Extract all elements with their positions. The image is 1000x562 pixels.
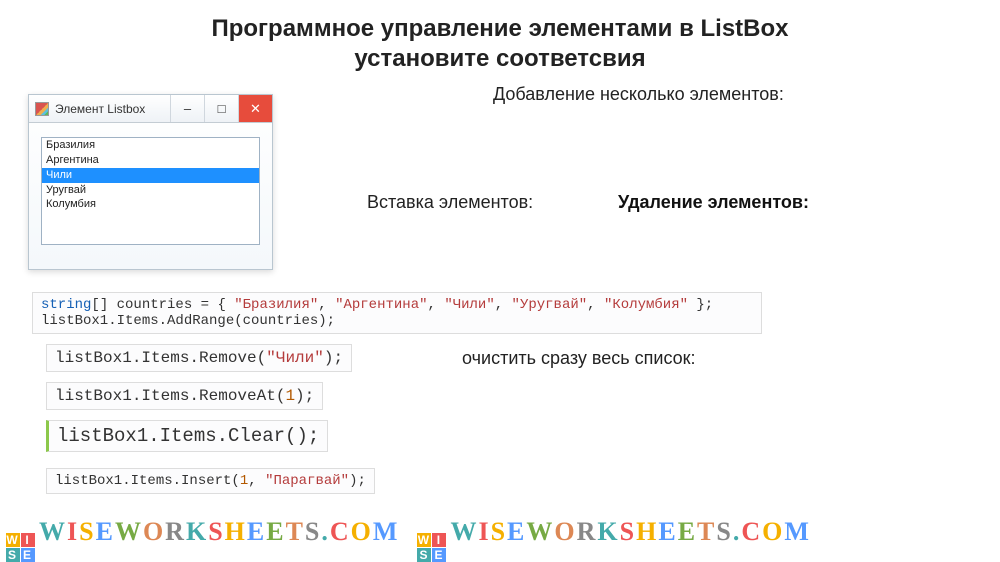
watermark-bar: WISEWISEWORKSHEETS.COM WISEWISEWORKSHEET… — [0, 515, 1000, 562]
label-remove: Удаление элементов: — [618, 192, 809, 213]
list-item[interactable]: Колумбия — [42, 197, 259, 212]
watermark-left: WISEWISEWORKSHEETS.COM — [6, 517, 399, 562]
title-line-2: установите соответсвия — [354, 45, 645, 72]
watermark-text: WISEWORKSHEETS.COM — [450, 517, 810, 546]
maximize-button[interactable]: □ — [204, 95, 238, 122]
code-snippet-removeat[interactable]: listBox1.Items.RemoveAt(1); — [46, 382, 323, 410]
watermark-badge-icon: WISE — [417, 533, 446, 562]
label-add-several: Добавление несколько элементов: — [493, 84, 784, 105]
window-titlebar: Элемент Listbox – □ ✕ — [29, 95, 272, 123]
list-item[interactable]: Уругвай — [42, 183, 259, 198]
window-title: Элемент Listbox — [55, 102, 170, 116]
listbox-window: Элемент Listbox – □ ✕ БразилияАргентинаЧ… — [28, 94, 273, 270]
watermark-text: WISEWORKSHEETS.COM — [39, 517, 399, 546]
label-insert: Вставка элементов: — [367, 192, 533, 213]
window-app-icon — [35, 102, 49, 116]
watermark-right: WISEWISEWORKSHEETS.COM — [417, 517, 810, 562]
title-line-1: Программное управление элементами в List… — [211, 15, 788, 42]
list-item[interactable]: Чили — [42, 168, 259, 183]
list-item[interactable]: Аргентина — [42, 153, 259, 168]
list-item[interactable]: Бразилия — [42, 138, 259, 153]
code-snippet-addrange[interactable]: string[] countries = { "Бразилия", "Арге… — [32, 292, 762, 334]
code-snippet-remove[interactable]: listBox1.Items.Remove("Чили"); — [46, 344, 352, 372]
minimize-button[interactable]: – — [170, 95, 204, 122]
watermark-badge-icon: WISE — [6, 533, 35, 562]
label-clear-list: очистить сразу весь список: — [462, 348, 695, 369]
listbox-control[interactable]: БразилияАргентинаЧилиУругвайКолумбия — [41, 137, 260, 245]
code-snippet-clear[interactable]: listBox1.Items.Clear(); — [46, 420, 328, 452]
close-button[interactable]: ✕ — [238, 95, 272, 122]
code-snippet-insert[interactable]: listBox1.Items.Insert(1, "Парагвай"); — [46, 468, 375, 494]
page-title: Программное управление элементами в List… — [0, 0, 1000, 74]
